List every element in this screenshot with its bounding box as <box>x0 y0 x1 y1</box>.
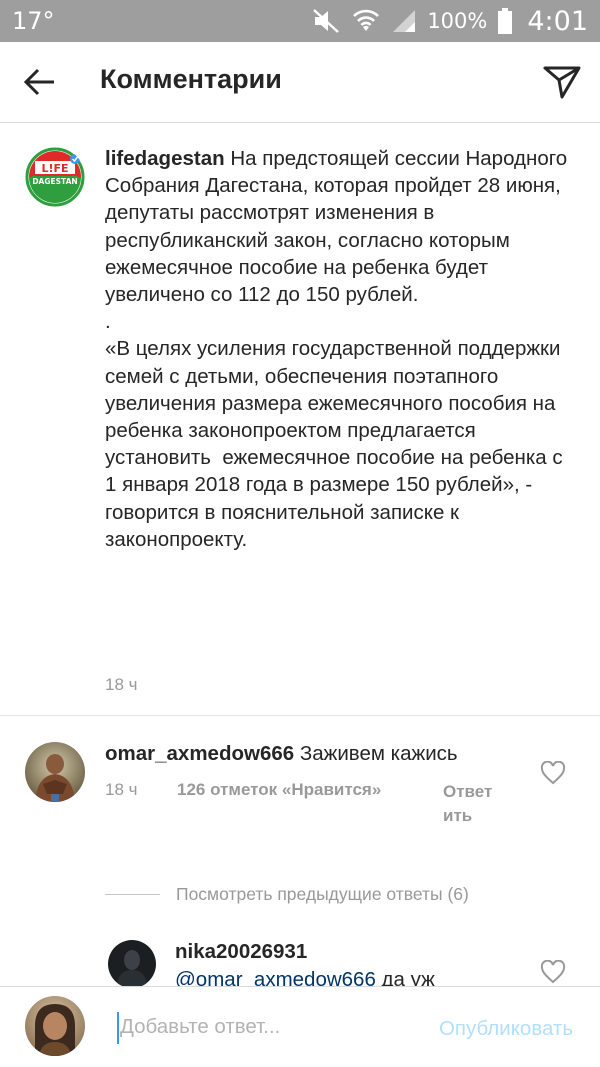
comment-timestamp: 18 ч <box>105 780 138 799</box>
comment-username[interactable]: omar_axmedow666 <box>105 742 294 765</box>
page-title: Комментарии <box>100 64 282 94</box>
logo-text: DAGESTAN <box>32 177 77 186</box>
heart-icon <box>540 959 566 984</box>
signal-icon <box>391 8 417 34</box>
app-header: Комментарии <box>0 42 600 123</box>
reply-button[interactable]: Ответить <box>443 780 493 828</box>
reply-text: да уж <box>375 968 435 986</box>
avatar[interactable]: L!FE DAGESTAN <box>25 147 85 207</box>
reply-input-bar: Опубликовать <box>0 986 600 1067</box>
caption-text: На предстоящей сессии Народного Собрания… <box>105 147 568 551</box>
like-button[interactable] <box>540 959 566 984</box>
mention-link[interactable]: @omar_axmedow666 <box>175 968 376 986</box>
battery-percent: 100% <box>427 9 488 33</box>
arrow-left-icon <box>23 68 54 96</box>
reply-username[interactable]: nika20026931 <box>175 940 307 964</box>
status-icons: 100% 4:01 <box>311 4 588 38</box>
reply-comment: nika20026931 @omar_axmedow666 да уж <box>0 930 600 986</box>
back-button[interactable] <box>22 64 58 100</box>
publish-button[interactable]: Опубликовать <box>439 1017 573 1041</box>
battery-icon <box>497 7 513 35</box>
caption-username[interactable]: lifedagestan <box>105 147 225 170</box>
temperature-indicator: 17° <box>12 7 55 35</box>
text-cursor <box>117 1012 119 1044</box>
avatar[interactable] <box>108 940 156 986</box>
reply-input[interactable] <box>120 1009 400 1045</box>
share-button[interactable] <box>542 62 582 102</box>
avatar[interactable] <box>25 742 85 802</box>
caption-timestamp: 18 ч <box>105 675 138 694</box>
clock: 4:01 <box>527 5 588 37</box>
wifi-icon <box>351 7 381 35</box>
reply-body: @omar_axmedow666 да уж <box>175 968 435 986</box>
divider <box>105 893 160 895</box>
caption-body: lifedagestan На предстоящей сессии Народ… <box>105 145 575 553</box>
mute-icon <box>311 7 341 35</box>
view-replies-label: Посмотреть предыдущие ответы (6) <box>176 883 469 904</box>
logo-text: L!FE <box>41 162 68 175</box>
status-bar: 17° 100% 4:01 <box>0 0 600 42</box>
comment: omar_axmedow666 Заживем кажись 18 ч 126 … <box>0 716 600 876</box>
view-previous-replies-button[interactable]: Посмотреть предыдущие ответы (6) <box>105 880 469 908</box>
comment-body: omar_axmedow666 Заживем кажись <box>105 742 458 766</box>
avatar <box>25 996 85 1056</box>
comment-text: Заживем кажись <box>299 742 458 765</box>
comment-likes-count[interactable]: 126 отметок «Нравится» <box>177 780 381 800</box>
send-icon <box>543 66 581 99</box>
heart-icon <box>540 760 566 785</box>
post-caption: L!FE DAGESTAN lifedagestan На предстояще… <box>0 123 600 716</box>
like-button[interactable] <box>540 760 566 785</box>
